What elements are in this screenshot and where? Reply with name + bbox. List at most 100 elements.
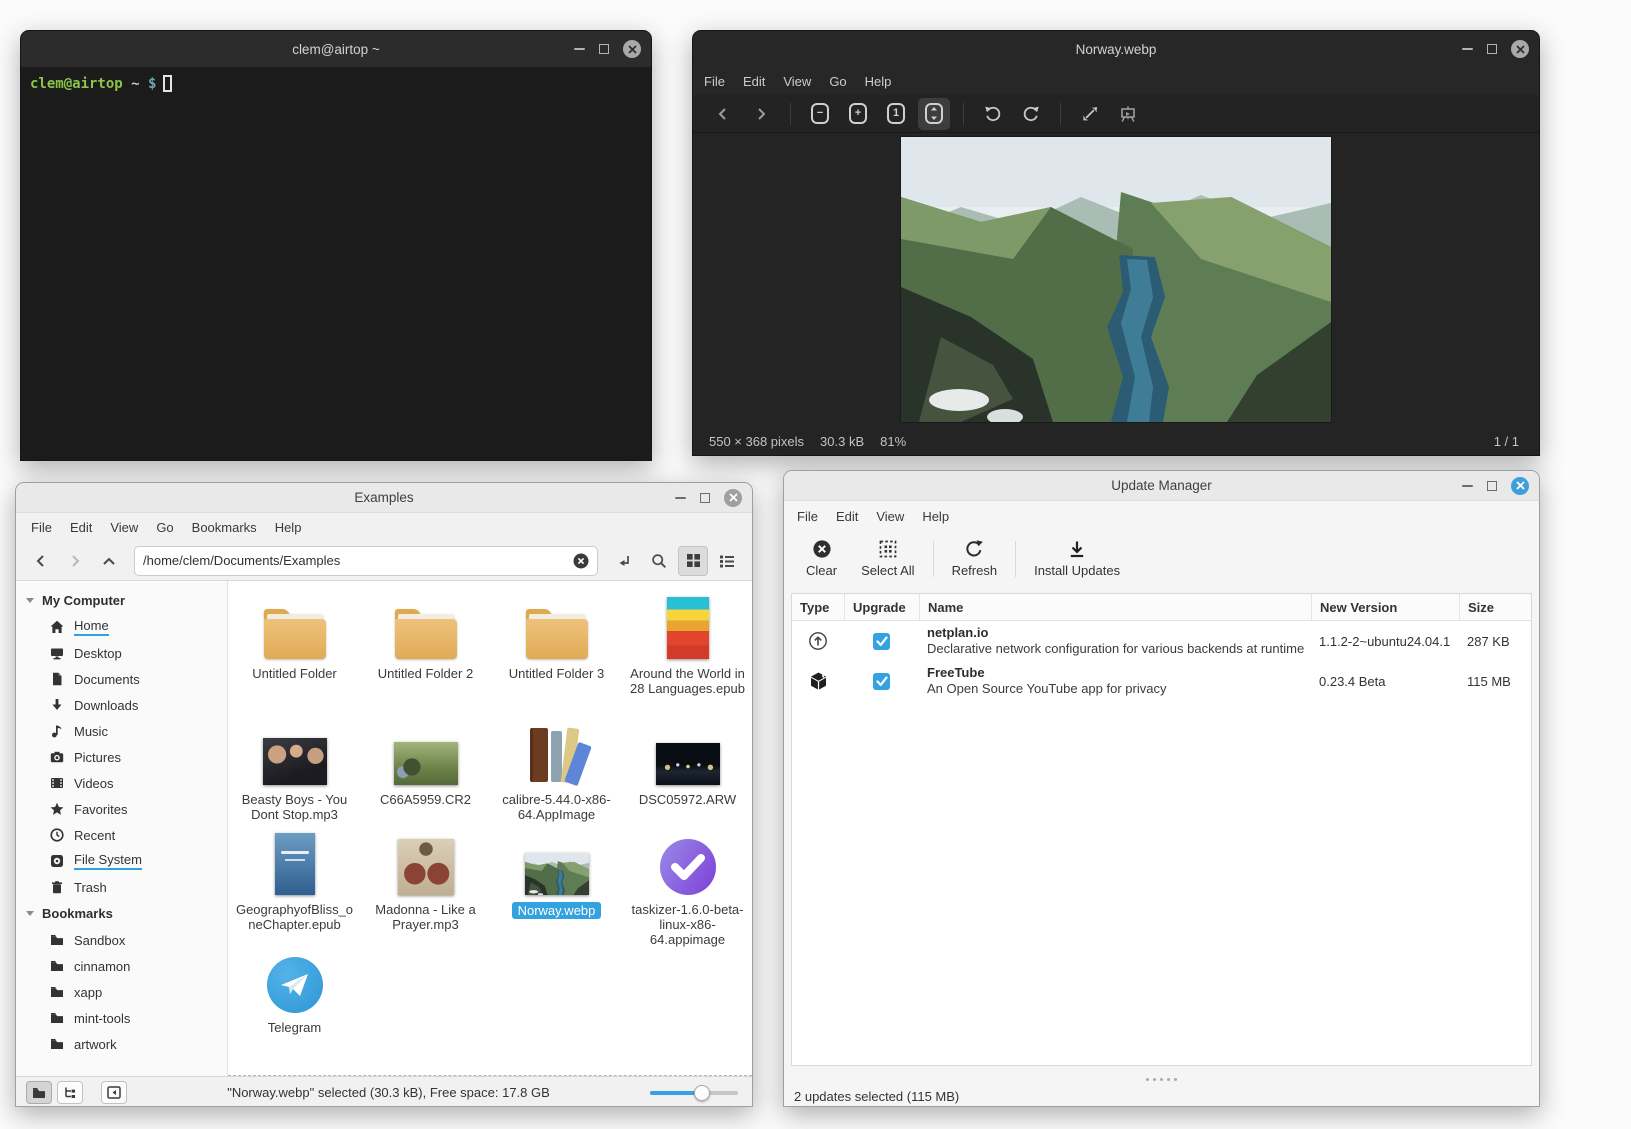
maximize-button[interactable] bbox=[1487, 44, 1497, 54]
menu-go[interactable]: Go bbox=[147, 520, 182, 535]
back-button[interactable] bbox=[26, 546, 56, 576]
file-item[interactable]: Telegram bbox=[229, 955, 360, 1076]
column-new-version[interactable]: New Version bbox=[1311, 594, 1459, 620]
column-name[interactable]: Name bbox=[919, 594, 1311, 620]
file-item[interactable]: DSC05972.ARW bbox=[622, 721, 752, 833]
zoom-out-button[interactable]: − bbox=[804, 98, 836, 130]
clear-location-icon[interactable] bbox=[573, 553, 589, 569]
sidebar-item-music[interactable]: Music bbox=[16, 718, 227, 744]
file-item[interactable]: taskizer-1.6.0-beta-linux-x86-64.appimag… bbox=[622, 833, 752, 955]
menu-view[interactable]: View bbox=[867, 509, 913, 524]
zoom-slider[interactable] bbox=[650, 1085, 738, 1101]
select-all-button[interactable]: Select All bbox=[849, 535, 926, 582]
slider-thumb[interactable] bbox=[694, 1085, 710, 1101]
next-image-button[interactable] bbox=[745, 98, 777, 130]
sidebar-item-trash[interactable]: Trash bbox=[16, 874, 227, 900]
sidebar-item-xapp[interactable]: xapp bbox=[16, 979, 227, 1005]
sidebar-section-bookmarks[interactable]: Bookmarks bbox=[16, 900, 227, 927]
zoom-normal-button[interactable]: 1 bbox=[880, 98, 912, 130]
clear-button[interactable]: Clear bbox=[794, 535, 849, 582]
show-places-button[interactable] bbox=[26, 1081, 52, 1104]
file-item[interactable]: Around the World in 28 Languages.epub bbox=[622, 593, 752, 721]
file-item[interactable]: C66A5959.CR2 bbox=[360, 721, 491, 833]
file-item[interactable]: Beasty Boys - You Dont Stop.mp3 bbox=[229, 721, 360, 833]
minimize-button[interactable] bbox=[1462, 48, 1473, 50]
sidebar-item-cinnamon[interactable]: cinnamon bbox=[16, 953, 227, 979]
column-upgrade[interactable]: Upgrade bbox=[844, 594, 919, 620]
menu-edit[interactable]: Edit bbox=[734, 74, 774, 89]
sidebar-section-my-computer[interactable]: My Computer bbox=[16, 587, 227, 614]
menu-file[interactable]: File bbox=[22, 520, 61, 535]
menu-view[interactable]: View bbox=[101, 520, 147, 535]
sidebar-item-desktop[interactable]: Desktop bbox=[16, 640, 227, 666]
column-size[interactable]: Size bbox=[1459, 594, 1531, 620]
sidebar-item-pictures[interactable]: Pictures bbox=[16, 744, 227, 770]
sidebar-item-favorites[interactable]: Favorites bbox=[16, 796, 227, 822]
hide-sidebar-button[interactable] bbox=[101, 1081, 127, 1104]
rotate-right-button[interactable] bbox=[1015, 98, 1047, 130]
menu-go[interactable]: Go bbox=[820, 74, 855, 89]
upgrade-checkbox[interactable] bbox=[873, 673, 890, 690]
upgrade-checkbox[interactable] bbox=[873, 633, 890, 650]
fullscreen-button[interactable] bbox=[1074, 98, 1106, 130]
sidebar-item-artwork[interactable]: artwork bbox=[16, 1031, 227, 1057]
install-updates-button[interactable]: Install Updates bbox=[1022, 535, 1132, 582]
minimize-button[interactable] bbox=[1462, 485, 1473, 487]
menu-file[interactable]: File bbox=[695, 74, 734, 89]
list-view-button[interactable] bbox=[712, 546, 742, 576]
file-item[interactable]: GeographyofBliss_oneChapter.epub bbox=[229, 833, 360, 955]
file-item[interactable]: calibre-5.44.0-x86-64.AppImage bbox=[491, 721, 622, 833]
search-button[interactable] bbox=[644, 546, 674, 576]
table-row[interactable]: netplan.io Declarative network configura… bbox=[792, 621, 1531, 661]
previous-image-button[interactable] bbox=[707, 98, 739, 130]
file-item[interactable]: Untitled Folder 3 bbox=[491, 593, 622, 721]
sidebar-item-documents[interactable]: Documents bbox=[16, 666, 227, 692]
show-treeview-button[interactable] bbox=[57, 1081, 83, 1104]
location-entry[interactable]: /home/clem/Documents/Examples bbox=[134, 546, 598, 576]
menu-bookmarks[interactable]: Bookmarks bbox=[183, 520, 266, 535]
sidebar-item-downloads[interactable]: Downloads bbox=[16, 692, 227, 718]
toggle-location-entry-button[interactable] bbox=[610, 546, 640, 576]
maximize-button[interactable] bbox=[700, 493, 710, 503]
file-item[interactable]: Untitled Folder 2 bbox=[360, 593, 491, 721]
sidebar-item-file-system[interactable]: File System bbox=[16, 848, 227, 874]
slideshow-button[interactable] bbox=[1112, 98, 1144, 130]
rotate-left-button[interactable] bbox=[977, 98, 1009, 130]
close-button[interactable] bbox=[623, 40, 641, 58]
file-item[interactable]: Untitled Folder bbox=[229, 593, 360, 721]
menu-help[interactable]: Help bbox=[266, 520, 311, 535]
maximize-button[interactable] bbox=[1487, 481, 1497, 491]
zoom-in-button[interactable]: + bbox=[842, 98, 874, 130]
menu-view[interactable]: View bbox=[774, 74, 820, 89]
sidebar-item-recent[interactable]: Recent bbox=[16, 822, 227, 848]
sidebar-item-home[interactable]: Home bbox=[16, 614, 227, 640]
best-fit-button[interactable] bbox=[918, 98, 950, 130]
menu-edit[interactable]: Edit bbox=[827, 509, 867, 524]
close-button[interactable] bbox=[1511, 40, 1529, 58]
menu-help[interactable]: Help bbox=[856, 74, 901, 89]
close-button[interactable] bbox=[724, 489, 742, 507]
forward-button[interactable] bbox=[60, 546, 90, 576]
files-icon-view[interactable]: Untitled Folder Untitled Folder 2 Untitl… bbox=[228, 581, 752, 1076]
minimize-button[interactable] bbox=[574, 48, 585, 50]
terminal-screen[interactable]: clem@airtop ~ $ bbox=[21, 67, 651, 461]
up-button[interactable] bbox=[94, 546, 124, 576]
easel-icon bbox=[1119, 105, 1137, 123]
column-type[interactable]: Type bbox=[792, 594, 844, 620]
viewer-canvas[interactable] bbox=[693, 133, 1539, 425]
pane-resize-grip[interactable] bbox=[784, 1073, 1539, 1086]
close-button[interactable] bbox=[1511, 477, 1529, 495]
file-item-selected[interactable]: Norway.webp bbox=[491, 833, 622, 955]
sidebar-item-videos[interactable]: Videos bbox=[16, 770, 227, 796]
sidebar-item-mint-tools[interactable]: mint-tools bbox=[16, 1005, 227, 1031]
table-row[interactable]: FreeTube An Open Source YouTube app for … bbox=[792, 661, 1531, 701]
sidebar-item-sandbox[interactable]: Sandbox bbox=[16, 927, 227, 953]
icon-view-button[interactable] bbox=[678, 546, 708, 576]
minimize-button[interactable] bbox=[675, 497, 686, 499]
menu-help[interactable]: Help bbox=[913, 509, 958, 524]
maximize-button[interactable] bbox=[599, 44, 609, 54]
file-item[interactable]: Madonna - Like a Prayer.mp3 bbox=[360, 833, 491, 955]
refresh-button[interactable]: Refresh bbox=[940, 535, 1010, 582]
menu-edit[interactable]: Edit bbox=[61, 520, 101, 535]
menu-file[interactable]: File bbox=[788, 509, 827, 524]
